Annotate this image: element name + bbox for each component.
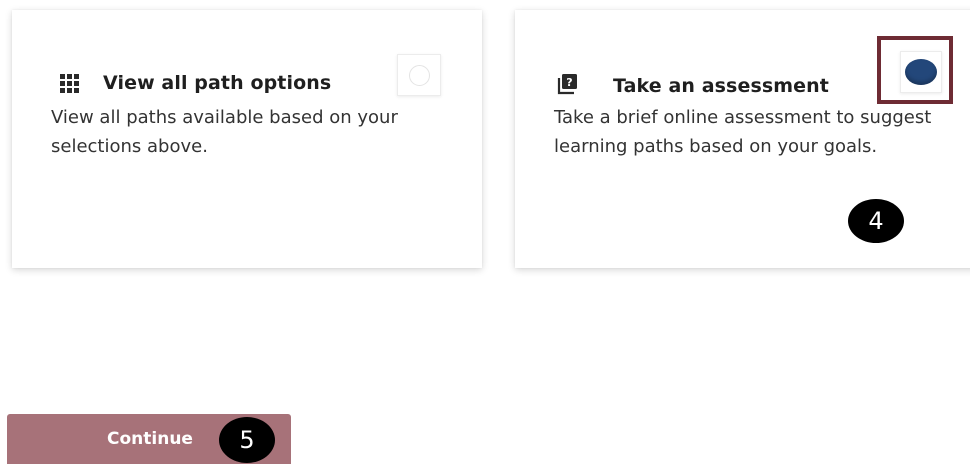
path-selection-page: View all path options View all paths ava…: [0, 0, 970, 464]
continue-button-label: Continue: [107, 429, 193, 449]
card-header: ? Take an assessment: [555, 72, 829, 100]
radio-unselected-indicator: [408, 64, 430, 86]
card-title: Take an assessment: [613, 75, 829, 97]
grid-icon: [60, 73, 79, 93]
card-title: View all path options: [103, 72, 332, 94]
card-header: View all path options: [60, 72, 331, 94]
radio-take-assessment[interactable]: [900, 51, 942, 93]
card-description: Take a brief online assessment to sugges…: [554, 107, 932, 157]
path-option-card-assessment[interactable]: ? Take an assessment Take a brief online…: [515, 10, 970, 268]
svg-text:?: ?: [566, 76, 572, 89]
question-stack-icon: ?: [555, 72, 579, 100]
card-description: View all paths available based on your s…: [51, 107, 398, 157]
radio-view-all-paths[interactable]: [397, 54, 441, 96]
selection-highlight: [877, 36, 953, 104]
path-option-card-view-all[interactable]: View all path options View all paths ava…: [12, 10, 482, 268]
step-badge-4: 4: [848, 199, 904, 243]
radio-selected-indicator: [905, 59, 937, 85]
step-badge-5: 5: [219, 417, 275, 463]
